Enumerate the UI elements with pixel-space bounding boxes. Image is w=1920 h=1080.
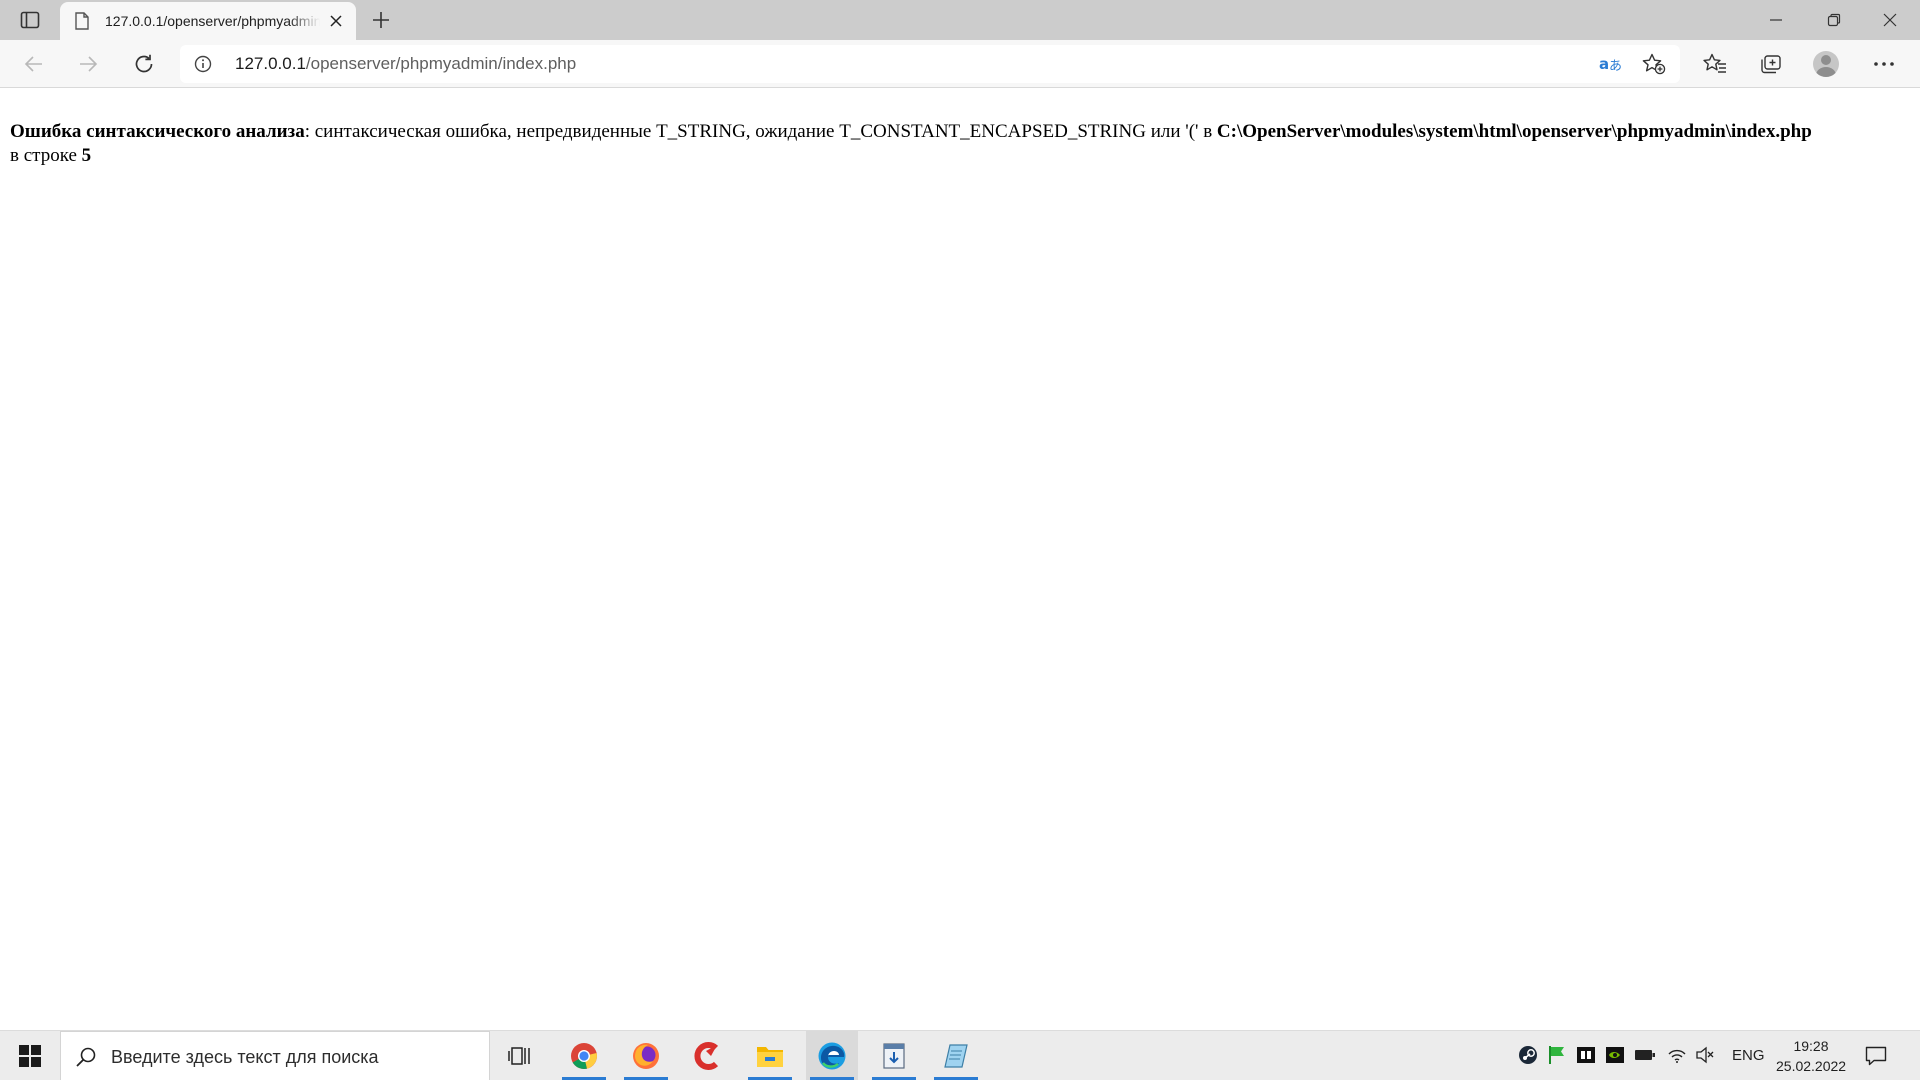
error-file-path: C:\OpenServer\modules\system\html\opense… (1216, 121, 1812, 142)
taskbar-app-installer[interactable] (868, 1031, 920, 1080)
favorites-icon (1703, 53, 1726, 73)
nvidia-icon (1606, 1047, 1624, 1063)
wifi-icon (1668, 1049, 1686, 1063)
taskbar-app-firefox[interactable] (620, 1031, 672, 1080)
minimize-button[interactable] (1748, 0, 1804, 40)
plus-icon (373, 12, 389, 28)
taskbar-app-edge[interactable] (806, 1031, 858, 1080)
collections-button[interactable] (1752, 48, 1788, 80)
tab-close-button[interactable] (326, 11, 346, 31)
input-language[interactable]: ENG (1732, 1047, 1765, 1064)
taskbar-search-box[interactable]: Введите здесь текст для поиска (60, 1031, 490, 1080)
settings-more-button[interactable] (1866, 48, 1902, 80)
restore-icon (1827, 13, 1841, 27)
url-host: 127.0.0.1 (235, 54, 306, 73)
task-view-icon (508, 1047, 530, 1065)
page-content: Ошибка синтаксического анализа: синтакси… (10, 120, 1910, 168)
page-icon (75, 12, 89, 30)
refresh-icon (135, 54, 153, 73)
taskbar-app-chrome[interactable] (558, 1031, 610, 1080)
more-icon (1874, 62, 1894, 66)
task-view-button[interactable] (494, 1031, 546, 1080)
tray-network[interactable] (1666, 1044, 1688, 1066)
tray-battery[interactable] (1634, 1044, 1656, 1066)
error-label: Ошибка синтаксического анализа (10, 121, 305, 142)
close-icon (1883, 13, 1897, 27)
minimize-icon (1770, 19, 1782, 21)
tray-openserver[interactable] (1546, 1044, 1568, 1066)
profile-button[interactable] (1808, 48, 1844, 80)
tab-strip: 127.0.0.1/openserver/phpmyadmin/index.ph… (0, 0, 1920, 40)
clock-time: 19:28 (1793, 1038, 1829, 1054)
url-path: /openserver/phpmyadmin/index.php (305, 54, 577, 73)
close-window-button[interactable] (1862, 0, 1918, 40)
tab-title: 127.0.0.1/openserver/phpmyadmin/index.ph… (105, 13, 320, 29)
taskbar-app-notepad[interactable] (930, 1031, 982, 1080)
back-button[interactable] (16, 48, 52, 80)
close-icon (330, 15, 342, 27)
favorites-button[interactable] (1697, 48, 1733, 80)
notifications-button[interactable] (1862, 1043, 1890, 1069)
tray-media-app[interactable] (1575, 1044, 1597, 1066)
windows-icon (19, 1045, 41, 1067)
tray-steam[interactable] (1517, 1044, 1539, 1066)
refresh-button[interactable] (126, 48, 162, 80)
new-tab-button[interactable] (366, 8, 396, 32)
steam-icon (1519, 1046, 1537, 1064)
svg-text:a: a (1599, 55, 1609, 73)
tab-actions-icon (20, 11, 40, 29)
add-favorite-button[interactable] (1640, 51, 1668, 77)
restore-button[interactable] (1806, 0, 1862, 40)
star-add-icon (1642, 53, 1666, 75)
tray-volume[interactable] (1694, 1044, 1716, 1066)
taskbar: Введите здесь текст для поиска ENG 19:28… (0, 1030, 1920, 1080)
taskbar-app-file-explorer[interactable] (744, 1031, 796, 1080)
arrow-right-icon (80, 56, 98, 72)
film-icon (1577, 1047, 1595, 1063)
forward-button[interactable] (70, 48, 106, 80)
system-clock[interactable]: 19:28 25.02.2022 (1776, 1036, 1846, 1076)
browser-tab-active[interactable]: 127.0.0.1/openserver/phpmyadmin/index.ph… (60, 2, 356, 40)
arrow-left-icon (24, 56, 42, 72)
search-placeholder: Введите здесь текст для поиска (111, 1047, 379, 1067)
start-button[interactable] (0, 1031, 60, 1080)
tray-nvidia[interactable] (1604, 1044, 1626, 1066)
avatar (1813, 51, 1839, 77)
flag-icon (1549, 1046, 1564, 1064)
ccleaner-icon (694, 1042, 719, 1070)
search-icon (76, 1047, 96, 1067)
notepad-icon (944, 1044, 968, 1068)
svg-text:あ: あ (1609, 59, 1622, 74)
file-explorer-icon (757, 1047, 783, 1067)
installer-icon (883, 1043, 905, 1069)
battery-icon (1635, 1050, 1655, 1060)
translate-button[interactable]: aあ (1596, 51, 1624, 77)
edge-icon (818, 1042, 846, 1070)
taskbar-app-ccleaner[interactable] (682, 1031, 734, 1080)
url-text[interactable]: 127.0.0.1/openserver/phpmyadmin/index.ph… (235, 54, 576, 74)
browser-toolbar: 127.0.0.1/openserver/phpmyadmin/index.ph… (0, 40, 1920, 88)
notification-icon (1865, 1046, 1887, 1066)
collections-icon (1761, 55, 1781, 74)
address-bar[interactable]: 127.0.0.1/openserver/phpmyadmin/index.ph… (180, 45, 1680, 83)
error-line-prefix: в строке (10, 145, 82, 166)
error-line-number: 5 (81, 145, 92, 166)
volume-muted-icon (1696, 1046, 1714, 1064)
tab-actions-button[interactable] (14, 8, 46, 32)
clock-date: 25.02.2022 (1776, 1058, 1847, 1074)
chrome-icon (571, 1043, 597, 1069)
translate-icon: aあ (1599, 55, 1622, 74)
info-icon[interactable] (194, 55, 212, 73)
firefox-icon (633, 1043, 659, 1069)
error-message: синтаксическая ошибка, непредвиденные T_… (309, 121, 1217, 142)
